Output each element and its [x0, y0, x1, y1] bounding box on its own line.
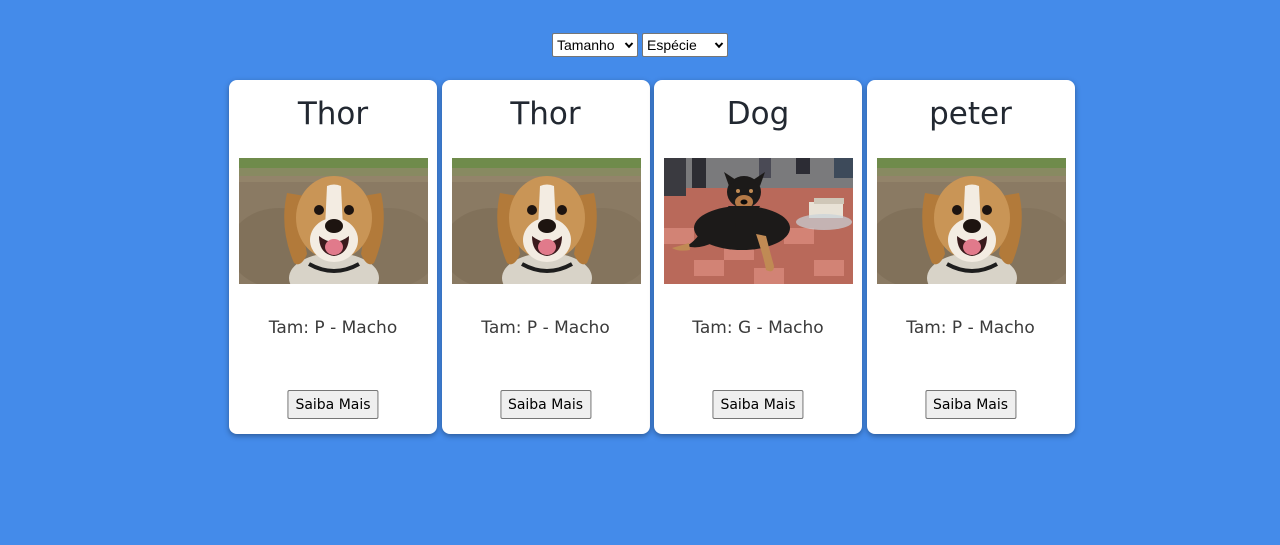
pet-info: Tam: G - Macho: [692, 318, 824, 338]
size-select[interactable]: Tamanho: [552, 33, 638, 57]
pet-info: Tam: P - Macho: [268, 318, 398, 338]
size-select-value: Tamanho: [557, 37, 615, 53]
saiba-mais-button[interactable]: Saiba Mais: [499, 390, 592, 419]
pet-info: Tam: P - Macho: [906, 318, 1035, 338]
street-dog-photo: [664, 158, 853, 284]
beagle-image: [876, 158, 1066, 284]
pet-info: Tam: P - Macho: [481, 318, 610, 338]
pet-card: Thor Tam: P - Macho Saiba Mais: [441, 80, 650, 434]
chevron-down-icon: [624, 42, 634, 49]
pet-card: Dog Tam: G - Macho Saiba Mais: [654, 80, 862, 434]
saiba-mais-button[interactable]: Saiba Mais: [287, 390, 379, 419]
species-select[interactable]: Espécie: [642, 33, 728, 57]
street-dog-image: [664, 158, 853, 284]
saiba-mais-button[interactable]: Saiba Mais: [712, 390, 804, 419]
pet-card-list: Thor Tam: P - Macho Saiba Mais Thor Tam:…: [229, 80, 1075, 434]
beagle-photo: [876, 158, 1066, 284]
pet-name: Thor: [297, 96, 369, 132]
pet-name: Thor: [510, 96, 581, 132]
beagle-image: [451, 158, 641, 284]
pet-name: peter: [929, 96, 1012, 132]
beagle-image: [239, 158, 428, 284]
saiba-mais-button[interactable]: Saiba Mais: [924, 390, 1017, 419]
chevron-down-icon: [714, 42, 724, 49]
pet-name: Dog: [726, 96, 790, 132]
filter-bar: Tamanho Espécie: [0, 33, 1280, 57]
beagle-photo: [239, 158, 428, 284]
beagle-photo: [451, 158, 641, 284]
pet-card: peter Tam: P - Macho Saiba Mais: [866, 80, 1075, 434]
species-select-value: Espécie: [647, 37, 697, 53]
pet-card: Thor Tam: P - Macho Saiba Mais: [229, 80, 437, 434]
